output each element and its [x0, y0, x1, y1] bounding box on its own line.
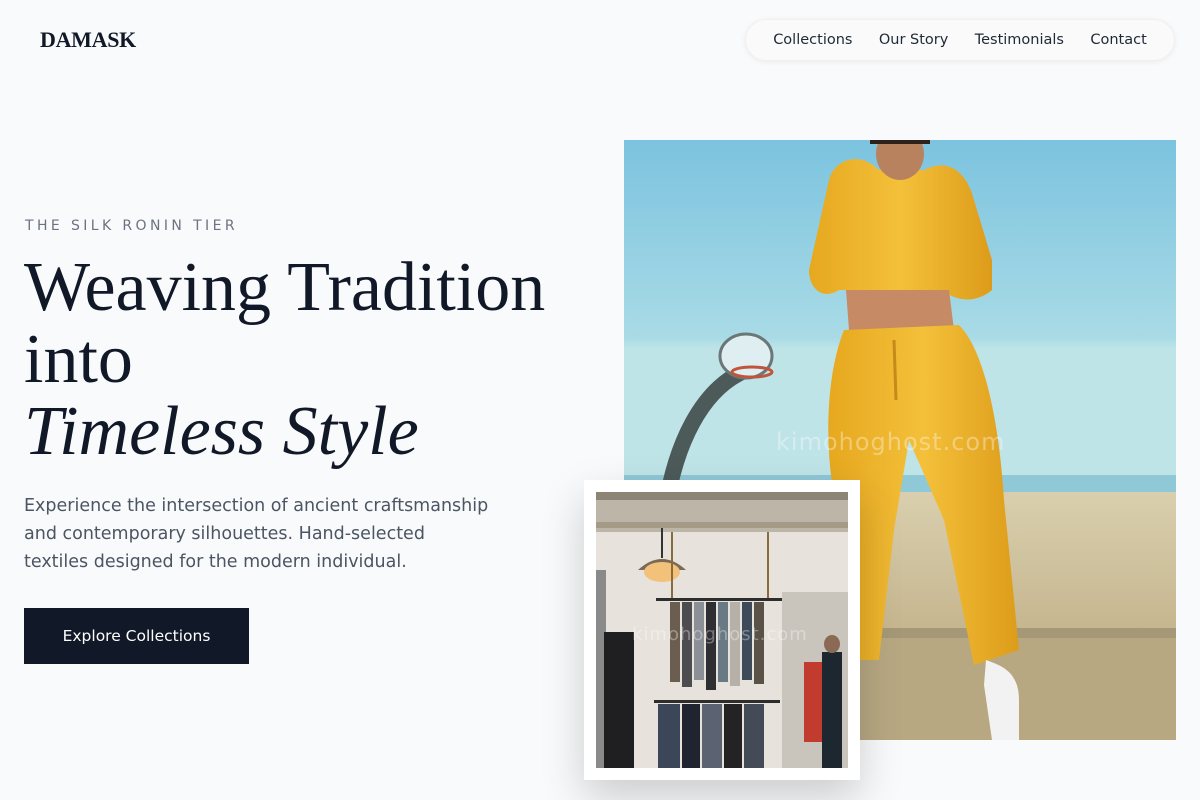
brand-logo[interactable]: DAMASK [40, 27, 136, 53]
headline-line-3: Timeless Style [24, 393, 419, 470]
explore-collections-button[interactable]: Explore Collections [24, 608, 249, 664]
main-nav: Collections Our Story Testimonials Conta… [745, 19, 1175, 61]
nav-item-our-story[interactable]: Our Story [879, 32, 948, 48]
nav-item-collections[interactable]: Collections [773, 32, 852, 48]
headline-line-2: into [24, 321, 133, 398]
page: DAMASK Collections Our Story Testimonial… [0, 0, 1200, 800]
hero-eyebrow: THE SILK RONIN TIER [25, 218, 238, 234]
nav-item-testimonials[interactable]: Testimonials [975, 32, 1064, 48]
boutique-image: kimohoghost.com [596, 492, 848, 768]
headline-line-1: Weaving Tradition [24, 249, 546, 326]
boutique-image-illustration [596, 492, 848, 768]
hero-description: Experience the intersection of ancient c… [24, 496, 489, 572]
hero-headline: Weaving Tradition into Timeless Style [24, 252, 604, 468]
nav-item-contact[interactable]: Contact [1090, 32, 1146, 48]
boutique-photo-card: kimohoghost.com [584, 480, 860, 780]
